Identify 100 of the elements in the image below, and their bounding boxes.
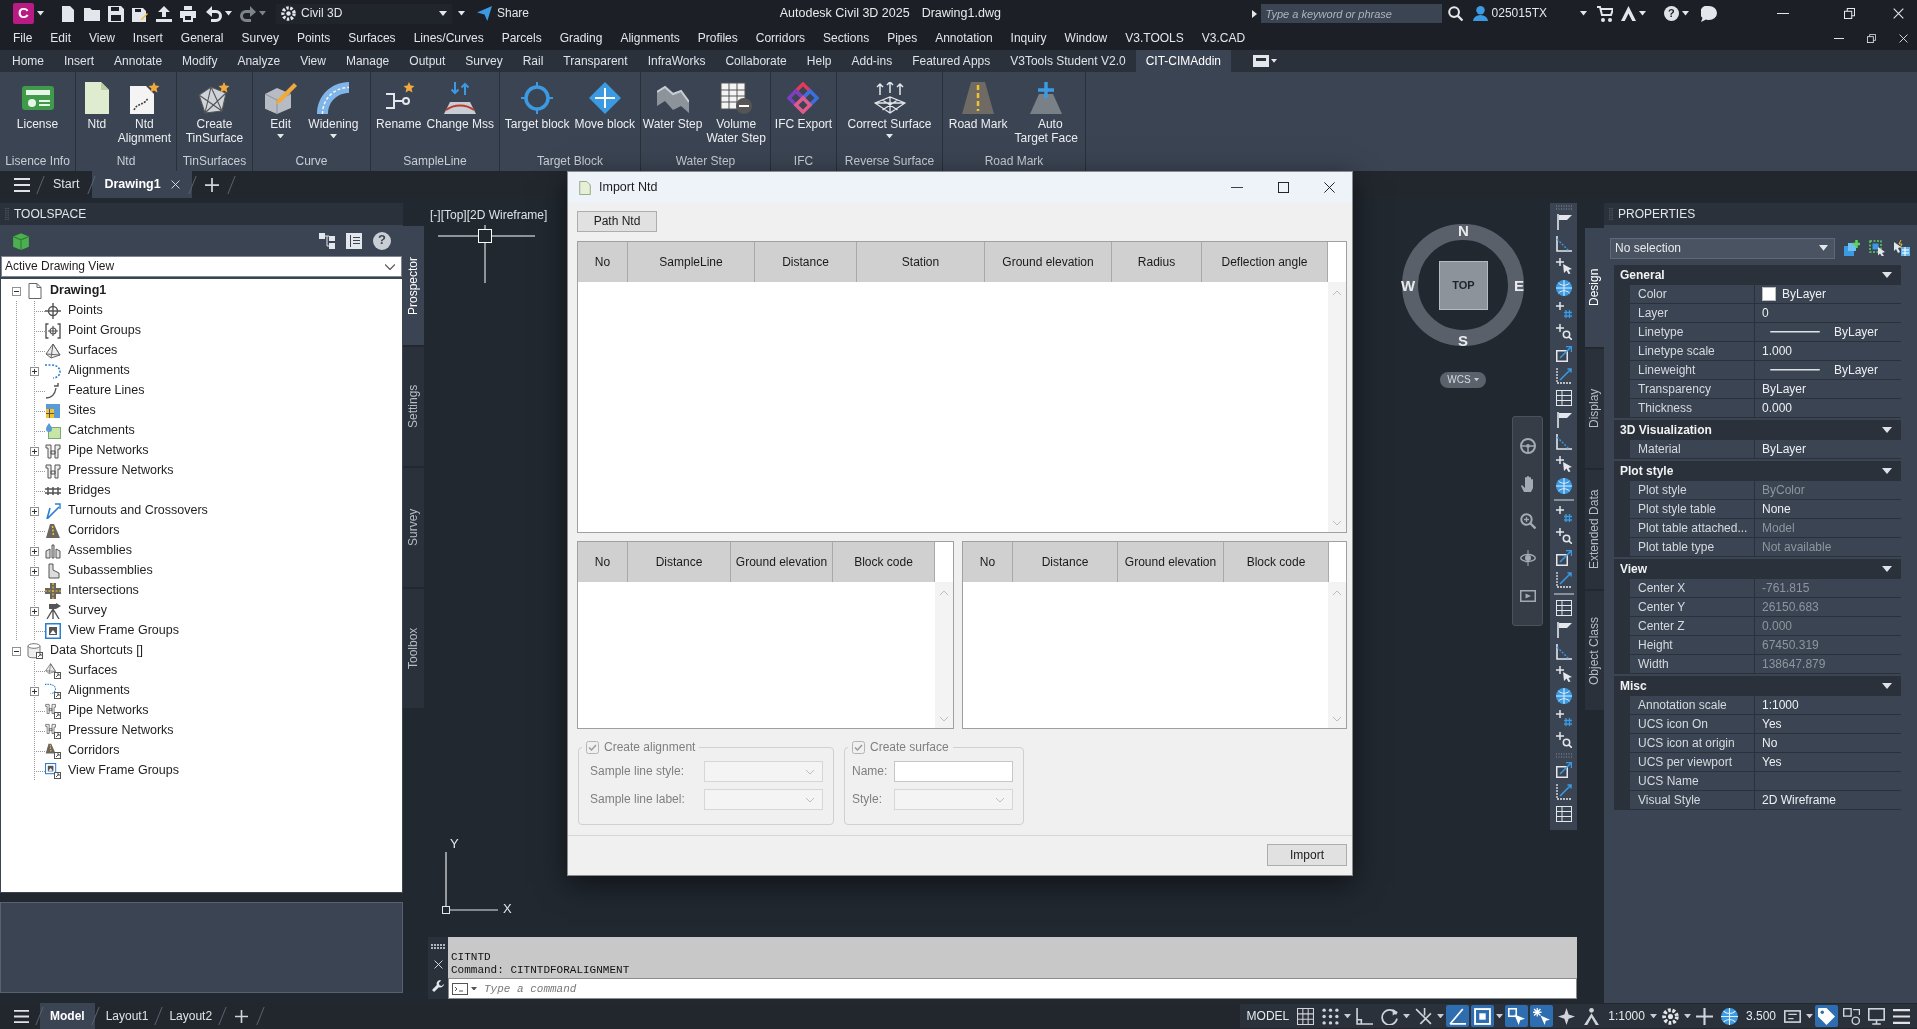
property-value[interactable]: 0: [1762, 305, 1769, 321]
cart-icon[interactable]: [1597, 5, 1613, 22]
tree-item[interactable]: Feature Lines: [68, 383, 145, 399]
ribbon-button[interactable]: Water Step: [642, 82, 703, 131]
ribbon-button[interactable]: Ntd Alignment: [117, 82, 172, 145]
side-tab[interactable]: Toolbox: [403, 589, 424, 708]
tree-item[interactable]: Alignments: [68, 683, 130, 699]
plus-icon[interactable]: [204, 177, 219, 192]
box-pencil-icon[interactable]: [264, 82, 297, 114]
plus-icon[interactable]: [235, 1009, 249, 1023]
table-icon[interactable]: [1555, 806, 1572, 822]
table-icon[interactable]: [1555, 390, 1572, 406]
status-button[interactable]: 1:1000: [1605, 1005, 1648, 1027]
ribbon-tab[interactable]: Modify: [172, 50, 228, 72]
flag-icon[interactable]: [1555, 214, 1572, 230]
ribbon-tab[interactable]: Output: [399, 50, 456, 72]
tree-item[interactable]: Catchments: [68, 423, 135, 439]
column-header[interactable]: Distance: [628, 542, 731, 582]
ribbon-button[interactable]: Correct Surface: [847, 82, 932, 139]
ribbon-button[interactable]: Create TinSurface: [185, 82, 244, 145]
user-name[interactable]: 025015TX: [1491, 6, 1547, 21]
view-cube-face[interactable]: TOP: [1439, 261, 1488, 310]
road-arrows-icon[interactable]: [444, 82, 477, 114]
ribbon-tab[interactable]: Manage: [335, 50, 400, 72]
tree-item[interactable]: Turnouts and Crossovers: [68, 503, 208, 519]
restore-icon[interactable]: [1867, 34, 1876, 43]
dimension-icon[interactable]: [1555, 368, 1572, 384]
view-dropdown[interactable]: Active Drawing View: [1, 256, 402, 277]
section-header[interactable]: 3D Visualization: [1614, 420, 1901, 440]
ribbon-tab[interactable]: Home: [2, 50, 54, 72]
compass-letter[interactable]: N: [1458, 223, 1469, 238]
menu-item[interactable]: Corridors: [746, 31, 815, 46]
side-tab[interactable]: Prospector: [403, 226, 424, 345]
menu-item[interactable]: Sections: [814, 31, 879, 46]
tree-item[interactable]: Corridors: [68, 743, 120, 759]
printer-icon[interactable]: [180, 5, 196, 22]
ribbon-button[interactable]: Edit: [264, 82, 297, 139]
tree-item[interactable]: Pressure Networks: [68, 463, 174, 479]
tree-item[interactable]: Assemblies: [68, 543, 132, 559]
column-header[interactable]: Distance: [1013, 542, 1118, 582]
section-header[interactable]: View: [1614, 559, 1901, 579]
tree-item[interactable]: Alignments: [68, 363, 130, 379]
quick-select-icon[interactable]: [1894, 240, 1910, 256]
layout-tab[interactable]: Layout2: [159, 1003, 223, 1029]
table-disc-icon[interactable]: [720, 82, 753, 114]
menu-item[interactable]: V3.TOOLS: [1116, 31, 1193, 46]
tree-item[interactable]: Surfaces: [68, 663, 118, 679]
point-magnifier-icon[interactable]: [1555, 324, 1572, 340]
menu-item[interactable]: Annotation: [926, 31, 1002, 46]
tree-toggle[interactable]: [30, 446, 39, 456]
magnifier-icon[interactable]: [1519, 513, 1536, 529]
column-header[interactable]: Station: [857, 242, 985, 282]
menu-item[interactable]: View: [80, 31, 124, 46]
dimension-icon[interactable]: [1555, 572, 1572, 588]
property-value[interactable]: ByLayer: [1834, 362, 1879, 378]
ribbon-tab[interactable]: View: [290, 50, 336, 72]
caret-right-icon[interactable]: [1251, 9, 1257, 18]
road-plus-icon[interactable]: [1030, 82, 1063, 114]
ribbon-button[interactable]: Target block: [504, 82, 570, 131]
restore-icon[interactable]: [1844, 8, 1856, 19]
point-magnifier-icon[interactable]: [1555, 528, 1572, 544]
side-tab[interactable]: Extended Data: [1585, 470, 1604, 589]
point-hash-icon[interactable]: [1555, 506, 1572, 522]
menu-icon[interactable]: [14, 1008, 29, 1024]
maximize-icon[interactable]: [1277, 182, 1289, 193]
workspace-dropdown[interactable]: Civil 3D: [276, 3, 452, 24]
ribbon-tab[interactable]: InfraWorks: [637, 50, 716, 72]
column-header[interactable]: No: [578, 542, 628, 582]
point-hash-icon[interactable]: [1555, 302, 1572, 318]
upload-icon[interactable]: [156, 5, 172, 22]
point-hash-icon[interactable]: [1555, 710, 1572, 726]
point-cursor-icon[interactable]: [1555, 456, 1572, 472]
compass-letter[interactable]: W: [1401, 278, 1416, 293]
column-header[interactable]: Ground elevation: [985, 242, 1112, 282]
flag-icon[interactable]: [1555, 622, 1572, 638]
ribbon-button[interactable]: Volume Water Step: [704, 82, 769, 145]
property-value[interactable]: 1:1000: [1762, 697, 1799, 713]
column-header[interactable]: No: [963, 542, 1013, 582]
file-tab[interactable]: Drawing1: [92, 171, 192, 198]
viewport-control[interactable]: [Top]: [440, 208, 467, 223]
section-header[interactable]: Misc: [1614, 676, 1901, 696]
search-field[interactable]: Type a keyword or phrase: [1260, 4, 1442, 23]
globe-icon[interactable]: [1555, 280, 1572, 296]
menu-item[interactable]: Alignments: [611, 31, 689, 46]
floppy-disk-pencil-icon[interactable]: [132, 5, 148, 22]
dimension-icon[interactable]: [1555, 784, 1572, 800]
tree-item[interactable]: Points: [68, 303, 103, 319]
tree-item[interactable]: Sites: [68, 403, 96, 419]
side-tab[interactable]: Object Class: [1585, 591, 1604, 710]
property-value[interactable]: ByLayer: [1762, 381, 1807, 397]
globe-icon[interactable]: [1555, 688, 1572, 704]
menu-item[interactable]: Insert: [123, 31, 172, 46]
target-ring-icon[interactable]: [521, 82, 554, 114]
menu-item[interactable]: Profiles: [688, 31, 747, 46]
tree-toggle[interactable]: [12, 646, 21, 656]
triangle-mesh-icon[interactable]: [198, 82, 231, 114]
tree-item[interactable]: Subassemblies: [68, 563, 153, 579]
help-button[interactable]: ?: [373, 231, 391, 250]
column-header[interactable]: Deflection angle: [1202, 242, 1328, 282]
grip-icon[interactable]: [431, 944, 445, 950]
